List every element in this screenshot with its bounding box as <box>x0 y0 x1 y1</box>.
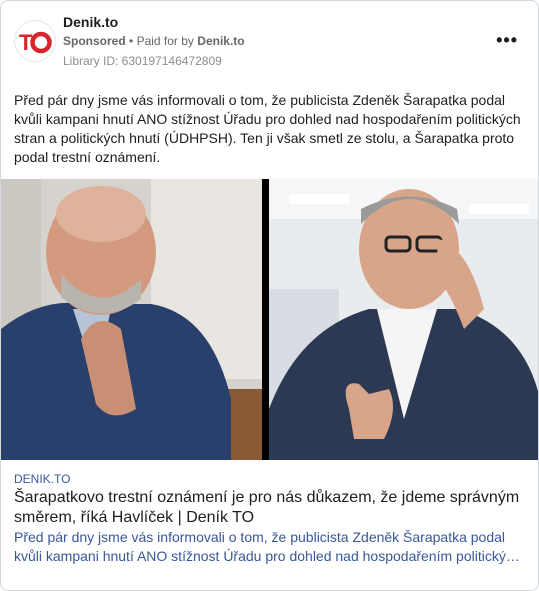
link-preview[interactable]: DENIK.TO Šarapatkovo trestní oznámení je… <box>1 460 538 590</box>
photo-right <box>269 179 538 460</box>
paid-for-name[interactable]: Denik.to <box>197 34 244 48</box>
photo-left <box>1 179 262 460</box>
post-text: Před pár dny jsme vás informovali o tom,… <box>14 92 521 165</box>
library-id: Library ID: 630197146472809 <box>63 54 222 68</box>
post-header: T Denik.to Sponsored • Paid for by Denik… <box>1 1 538 77</box>
link-description[interactable]: Před pár dny jsme vás informovali o tom,… <box>14 528 526 566</box>
man-thumbs-up-photo-icon <box>269 179 538 460</box>
page-avatar[interactable]: T <box>14 20 56 62</box>
more-options-icon[interactable]: ••• <box>496 31 518 49</box>
ad-image[interactable] <box>1 179 538 460</box>
link-domain: DENIK.TO <box>14 472 71 486</box>
ad-card: T Denik.to Sponsored • Paid for by Denik… <box>0 0 539 591</box>
man-thinking-photo-icon <box>1 179 262 460</box>
link-headline[interactable]: Šarapatkovo trestní oznámení je pro nás … <box>14 488 529 528</box>
sponsored-label: Sponsored <box>63 34 126 48</box>
denik-to-logo-icon: T <box>19 30 52 55</box>
paid-for-prefix: Paid for by <box>136 34 194 48</box>
page-name[interactable]: Denik.to <box>63 14 118 30</box>
separator-dot: • <box>129 34 134 48</box>
sponsored-line: Sponsored • Paid for by Denik.to <box>63 34 245 48</box>
